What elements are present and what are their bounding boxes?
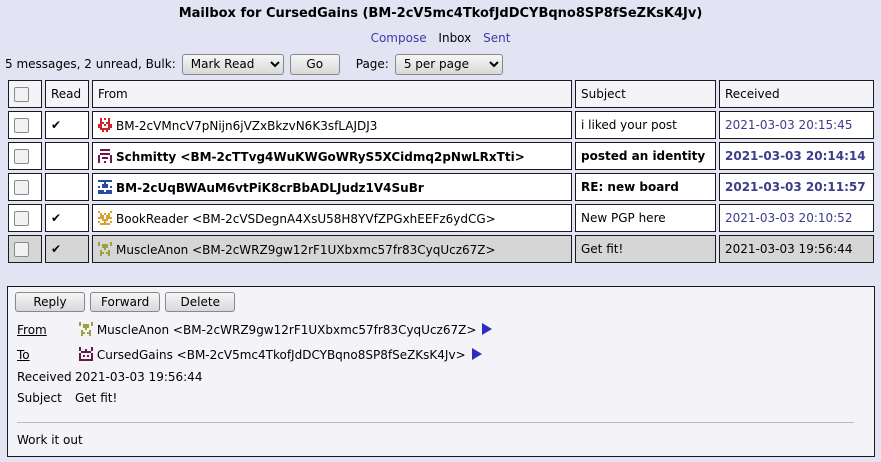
expand-recipient-arrow-icon[interactable] — [471, 348, 482, 360]
subject-value: Get fit! — [75, 391, 118, 405]
identicon-icon — [98, 117, 112, 132]
received-cell: 2021-03-03 19:56:44 — [719, 235, 874, 263]
row-select-cell — [8, 142, 42, 170]
received-cell: 2021-03-03 20:14:14 — [719, 142, 874, 170]
received-cell: 2021-03-03 20:10:52 — [719, 204, 874, 232]
row-checkbox[interactable] — [14, 241, 29, 257]
column-header-read[interactable]: Read — [45, 80, 89, 108]
received-cell: 2021-03-03 20:11:57 — [719, 173, 874, 201]
row-checkbox[interactable] — [14, 148, 29, 164]
subject-cell[interactable]: RE: new board — [575, 173, 716, 201]
expand-sender-arrow-icon[interactable] — [482, 323, 493, 335]
table-header-row: Read From Subject Received — [8, 80, 874, 108]
page-size-select[interactable]: 5 per page — [394, 53, 503, 75]
from-address: BM-2cUqBWAuM6vtPiK8crBbADLJudz1V4SuBr — [116, 180, 424, 195]
from-cell[interactable]: BM-2cVMncV7pNijn6jVZxBkzvN6K3sfLAJDJ3 — [92, 111, 572, 139]
table-row[interactable]: BM-2cUqBWAuM6vtPiK8crBbADLJudz1V4SuBr RE:… — [8, 173, 874, 201]
identicon-icon — [98, 179, 112, 194]
forward-button[interactable]: Forward — [90, 292, 161, 312]
from-address: BM-2cVMncV7pNijn6jVZxBkzvN6K3sfLAJDJ3 — [116, 118, 378, 133]
subject-cell[interactable]: Get fit! — [575, 235, 716, 263]
nav-sent-link[interactable]: Sent — [483, 31, 510, 45]
sender-identicon — [78, 322, 97, 337]
identicon-icon — [78, 322, 93, 336]
message-body: Work it out — [17, 433, 83, 447]
identicon-icon — [98, 148, 112, 163]
page-size-label: Page: — [355, 57, 389, 71]
bulk-action-select[interactable]: Mark Read — [181, 53, 284, 75]
go-button[interactable]: Go — [289, 53, 340, 75]
from-cell[interactable]: BM-2cUqBWAuM6vtPiK8crBbADLJudz1V4SuBr — [92, 173, 572, 201]
received-value: 2021-03-03 19:56:44 — [75, 370, 203, 384]
message-table: Read From Subject Received ✔ BM-2cVMncV7p… — [5, 77, 877, 266]
column-header-from[interactable]: From — [92, 80, 572, 108]
select-all-cell — [8, 80, 42, 108]
from-cell[interactable]: Schmitty <BM-2cTTvg4WuKWGoWRyS5XCidmq2pN… — [92, 142, 572, 170]
delete-button[interactable]: Delete — [165, 292, 236, 312]
divider — [17, 422, 854, 423]
table-row[interactable]: ✔ MuscleAnon <BM-2cWRZ9gw12rF1UXbxmc57fr8… — [8, 235, 874, 263]
message-preview-panel: Reply Forward Delete From MuscleAnon <BM… — [7, 286, 875, 457]
to-field: To CursedGains <BM-2cV5mc4TkofJdDCYBqno8… — [17, 347, 482, 362]
received-label: Received — [17, 370, 72, 384]
read-status: ✔ — [45, 235, 89, 263]
bulk-toolbar: 5 messages, 2 unread, Bulk: Mark Read Go… — [5, 53, 503, 75]
from-cell[interactable]: BookReader <BM-2cVSDegnA4XsU58H8YVfZPGxh… — [92, 204, 572, 232]
nav-inbox-current: Inbox — [438, 31, 472, 45]
recipient-identicon — [78, 347, 97, 362]
mailbox-nav: Compose Inbox Sent — [0, 31, 881, 45]
received-cell: 2021-03-03 20:15:45 — [719, 111, 874, 139]
select-all-checkbox[interactable] — [14, 86, 29, 102]
sender-address: MuscleAnon <BM-2cWRZ9gw12rF1UXbxmc57fr83… — [96, 323, 477, 337]
row-select-cell — [8, 204, 42, 232]
column-header-received[interactable]: Received — [719, 80, 874, 108]
nav-compose-link[interactable]: Compose — [371, 31, 427, 45]
from-address: MuscleAnon <BM-2cWRZ9gw12rF1UXbxmc57fr83… — [116, 242, 496, 257]
subject-cell[interactable]: i liked your post — [575, 111, 716, 139]
column-header-subject[interactable]: Subject — [575, 80, 716, 108]
recipient-address: CursedGains <BM-2cV5mc4TkofJdDCYBqno8SP8… — [96, 348, 466, 362]
subject-label: Subject — [17, 391, 62, 405]
page-title: Mailbox for CursedGains (BM-2cV5mc4TkofJ… — [178, 6, 703, 21]
table-row[interactable]: ✔ BookReader <BM-2cVSDegnA4XsU58H8YVfZPGx… — [8, 204, 874, 232]
subject-cell[interactable]: posted an identity — [575, 142, 716, 170]
reply-button[interactable]: Reply — [15, 292, 85, 312]
read-status — [45, 173, 89, 201]
row-checkbox[interactable] — [14, 117, 29, 133]
from-field: From MuscleAnon <BM-2cWRZ9gw12rF1UXbxmc5… — [17, 322, 493, 337]
to-label[interactable]: To — [17, 348, 75, 362]
table-row[interactable]: ✔ BM-2cVMncV7pNijn6jVZxBkzvN6K3sfLAJDJ3 i … — [8, 111, 874, 139]
message-count-summary: 5 messages, 2 unread, Bulk: — [5, 57, 176, 71]
read-status — [45, 142, 89, 170]
from-address: Schmitty <BM-2cTTvg4WuKWGoWRyS5XCidmq2pN… — [116, 149, 525, 164]
row-select-cell — [8, 173, 42, 201]
read-status: ✔ — [45, 111, 89, 139]
message-actions: Reply Forward Delete — [15, 292, 236, 312]
subject-cell[interactable]: New PGP here — [575, 204, 716, 232]
row-checkbox[interactable] — [14, 210, 29, 226]
subject-field: Subject Get fit! — [17, 391, 117, 405]
from-label[interactable]: From — [17, 323, 75, 337]
row-checkbox[interactable] — [14, 179, 29, 195]
identicon-icon — [98, 210, 112, 225]
received-field: Received 2021-03-03 19:56:44 — [17, 370, 202, 384]
row-select-cell — [8, 235, 42, 263]
table-row[interactable]: Schmitty <BM-2cTTvg4WuKWGoWRyS5XCidmq2pN… — [8, 142, 874, 170]
from-address: BookReader <BM-2cVSDegnA4XsU58H8YVfZPGxh… — [116, 211, 496, 226]
row-select-cell — [8, 111, 42, 139]
from-cell[interactable]: MuscleAnon <BM-2cWRZ9gw12rF1UXbxmc57fr83… — [92, 235, 572, 263]
read-status: ✔ — [45, 204, 89, 232]
identicon-icon — [98, 241, 112, 256]
identicon-icon — [78, 347, 93, 361]
